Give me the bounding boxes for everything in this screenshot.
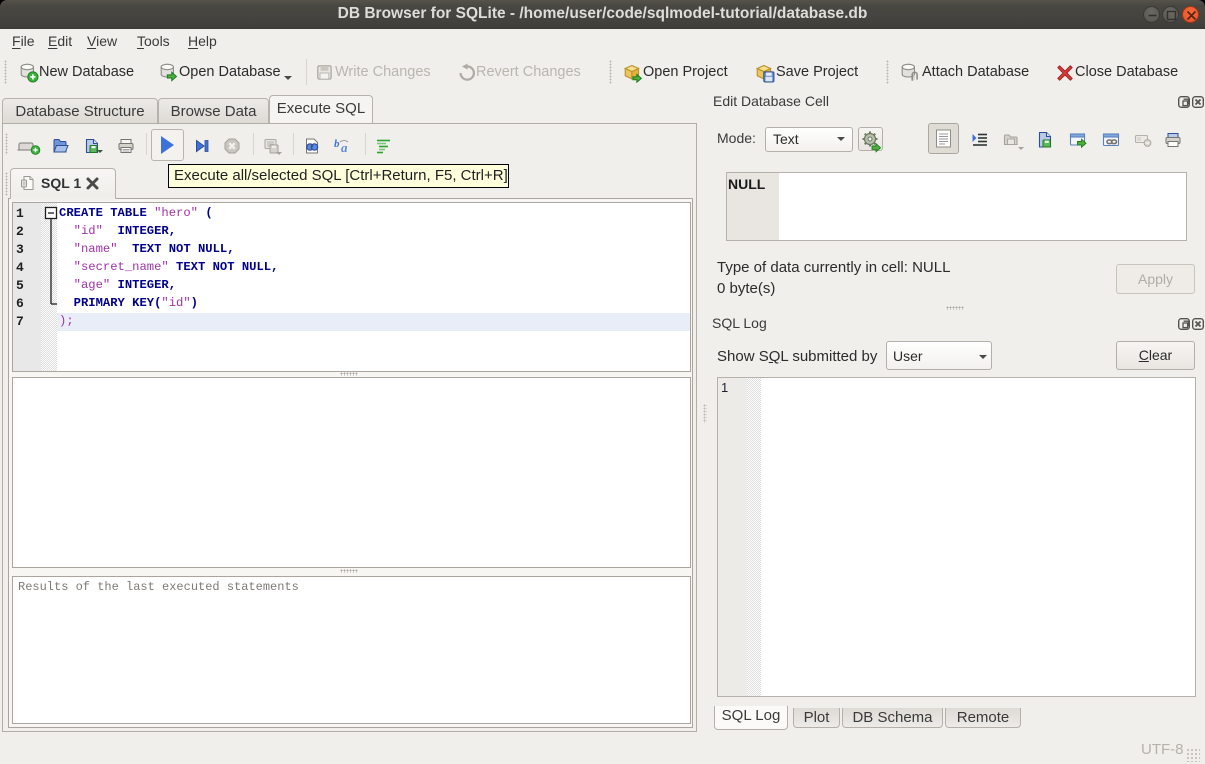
svg-text:a: a — [341, 140, 348, 155]
svg-text:b: b — [334, 138, 340, 150]
